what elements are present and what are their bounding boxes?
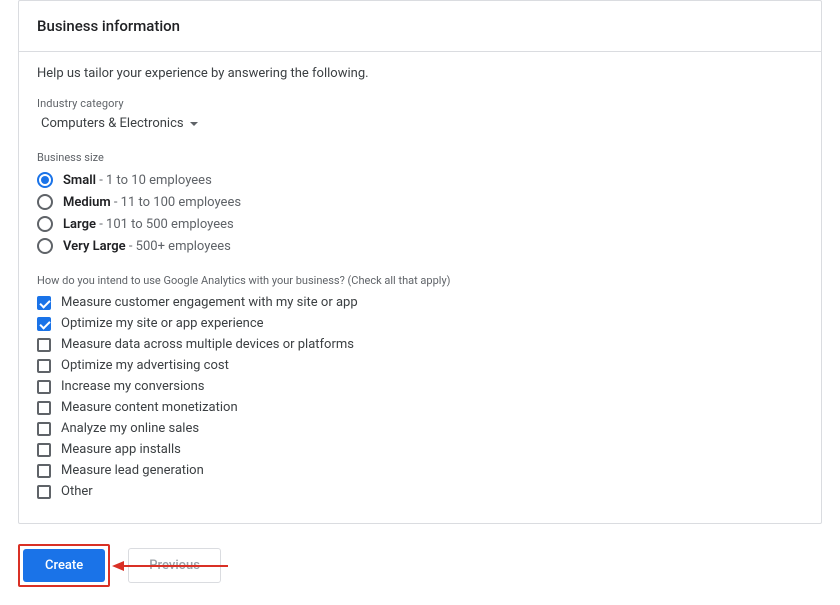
radio-label: Small - 1 to 10 employees — [63, 173, 212, 188]
radio-label: Large - 101 to 500 employees — [63, 217, 234, 232]
radio-business-size[interactable]: Small - 1 to 10 employees — [37, 172, 803, 188]
panel-body: Help us tailor your experience by answer… — [19, 52, 821, 523]
intro-text: Help us tailor your experience by answer… — [37, 66, 803, 81]
usage-checkbox-group: Measure customer engagement with my site… — [37, 295, 803, 499]
checkbox-label: Measure customer engagement with my site… — [61, 295, 358, 310]
checkbox-label: Optimize my advertising cost — [61, 358, 229, 373]
checkbox-icon — [37, 422, 51, 436]
business-size-label: Business size — [37, 151, 803, 164]
checkbox-icon — [37, 380, 51, 394]
usage-question-label: How do you intend to use Google Analytic… — [37, 274, 803, 287]
radio-business-size[interactable]: Large - 101 to 500 employees — [37, 216, 803, 232]
checkbox-icon — [37, 401, 51, 415]
business-size-radio-group: Small - 1 to 10 employees Medium - 11 to … — [37, 172, 803, 254]
checkbox-icon — [37, 338, 51, 352]
dropdown-caret-icon — [190, 122, 198, 126]
checkbox-label: Increase my conversions — [61, 379, 204, 394]
industry-category-value: Computers & Electronics — [41, 116, 184, 131]
previous-button[interactable]: Previous — [128, 548, 221, 583]
checkbox-usage[interactable]: Measure customer engagement with my site… — [37, 295, 803, 310]
checkbox-label: Measure app installs — [61, 442, 181, 457]
checkbox-label: Measure lead generation — [61, 463, 204, 478]
industry-category-label: Industry category — [37, 97, 803, 110]
create-button[interactable]: Create — [23, 549, 105, 582]
checkbox-usage[interactable]: Measure app installs — [37, 442, 803, 457]
checkbox-icon — [37, 359, 51, 373]
create-button-highlight: Create — [18, 544, 110, 587]
checkbox-label: Measure data across multiple devices or … — [61, 337, 354, 352]
checkbox-usage[interactable]: Increase my conversions — [37, 379, 803, 394]
checkbox-usage[interactable]: Measure lead generation — [37, 463, 803, 478]
radio-icon — [37, 216, 53, 232]
checkbox-icon — [37, 317, 51, 331]
checkbox-icon — [37, 443, 51, 457]
checkbox-label: Optimize my site or app experience — [61, 316, 264, 331]
radio-icon — [37, 238, 53, 254]
checkbox-icon — [37, 485, 51, 499]
checkbox-label: Measure content monetization — [61, 400, 238, 415]
checkbox-icon — [37, 296, 51, 310]
checkbox-usage[interactable]: Analyze my online sales — [37, 421, 803, 436]
checkbox-label: Other — [61, 484, 93, 499]
industry-category-dropdown[interactable]: Computers & Electronics — [41, 116, 803, 131]
checkbox-usage[interactable]: Measure data across multiple devices or … — [37, 337, 803, 352]
checkbox-icon — [37, 464, 51, 478]
business-information-panel: Business information Help us tailor your… — [18, 0, 822, 524]
checkbox-usage[interactable]: Optimize my advertising cost — [37, 358, 803, 373]
radio-icon — [37, 194, 53, 210]
checkbox-usage[interactable]: Optimize my site or app experience — [37, 316, 803, 331]
button-bar: Create Previous — [18, 544, 822, 587]
radio-business-size[interactable]: Very Large - 500+ employees — [37, 238, 803, 254]
radio-business-size[interactable]: Medium - 11 to 100 employees — [37, 194, 803, 210]
radio-label: Medium - 11 to 100 employees — [63, 195, 241, 210]
radio-icon — [37, 172, 53, 188]
checkbox-usage[interactable]: Other — [37, 484, 803, 499]
radio-label: Very Large - 500+ employees — [63, 239, 231, 254]
panel-title: Business information — [19, 1, 821, 52]
checkbox-usage[interactable]: Measure content monetization — [37, 400, 803, 415]
checkbox-label: Analyze my online sales — [61, 421, 199, 436]
